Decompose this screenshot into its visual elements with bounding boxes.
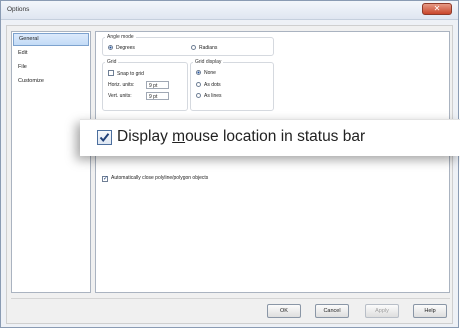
window-title: Options <box>7 6 30 13</box>
category-list: General Edit File Customize <box>11 31 91 293</box>
radio-empty-icon <box>196 82 201 87</box>
checkbox-empty-icon <box>108 70 114 76</box>
label-part: ouse location in status bar <box>185 128 366 145</box>
grid-dots-label: As dots <box>204 82 221 88</box>
access-key: m <box>172 128 186 145</box>
display-mouse-location-checkbox[interactable] <box>97 130 112 145</box>
cancel-button[interactable]: Cancel <box>315 304 349 318</box>
sidebar-item-label: Edit <box>18 50 28 56</box>
angle-mode-legend: Angle mode <box>107 34 134 40</box>
display-mouse-location-label: Display mouse location in status bar <box>117 128 365 146</box>
grid-dots-radio[interactable]: As dots <box>196 82 221 88</box>
radio-empty-icon <box>196 93 201 98</box>
grid-lines-label: As lines <box>204 93 222 99</box>
sidebar-item-customize[interactable]: Customize <box>13 75 89 88</box>
grid-none-radio[interactable]: None <box>196 70 216 76</box>
sidebar-item-label: General <box>19 36 39 42</box>
radio-selected-icon <box>196 70 201 75</box>
degrees-radio[interactable]: Degrees <box>108 45 135 51</box>
close-button[interactable]: ✕ <box>422 3 452 15</box>
auto-close-label: Automatically close polyline/polygon obj… <box>111 175 209 181</box>
footer-divider <box>11 298 450 299</box>
sidebar-item-file[interactable]: File <box>13 61 89 74</box>
close-icon: ✕ <box>433 4 441 13</box>
ok-button[interactable]: OK <box>267 304 301 318</box>
auto-close-checkbox[interactable]: ✓ Automatically close polyline/polygon ob… <box>102 175 208 182</box>
sidebar-item-general[interactable]: General <box>13 33 89 46</box>
dialog-body: General Edit File Customize Angle mode D… <box>6 25 453 324</box>
sidebar-item-label: Customize <box>18 78 44 84</box>
label-part: Display <box>117 128 173 145</box>
sidebar-item-edit[interactable]: Edit <box>13 47 89 60</box>
snap-to-grid-checkbox[interactable]: Snap to grid <box>108 70 144 77</box>
title-bar: Options ✕ <box>1 1 458 20</box>
grid-display-legend: Grid display <box>195 59 222 65</box>
horiz-units-field[interactable]: 9 pt <box>146 81 169 89</box>
help-button[interactable]: Help <box>413 304 447 318</box>
display-mouse-location-callout[interactable]: Display mouse location in status bar <box>80 119 460 156</box>
options-dialog: Options ✕ General Edit File Customize An… <box>0 0 459 328</box>
vert-units-field[interactable]: 9 pt <box>146 92 169 100</box>
checkmark-icon <box>99 133 110 143</box>
checkbox-checked-icon: ✓ <box>102 176 109 182</box>
sidebar-item-label: File <box>18 64 27 70</box>
general-settings-panel: Angle mode Degrees Radians Grid Snap to … <box>95 31 450 293</box>
snap-to-grid-label: Snap to grid <box>117 71 144 77</box>
radians-label: Radians <box>199 45 218 51</box>
grid-lines-radio[interactable]: As lines <box>196 93 222 99</box>
grid-none-label: None <box>204 70 216 76</box>
radians-radio[interactable]: Radians <box>191 45 217 51</box>
vert-units-label: Vert. units: <box>108 93 132 99</box>
horiz-units-label: Horiz. units: <box>108 82 135 88</box>
radio-selected-icon <box>108 45 113 50</box>
degrees-label: Degrees <box>116 45 135 51</box>
radio-empty-icon <box>191 45 196 50</box>
grid-legend: Grid <box>107 59 117 65</box>
apply-button[interactable]: Apply <box>365 304 399 318</box>
